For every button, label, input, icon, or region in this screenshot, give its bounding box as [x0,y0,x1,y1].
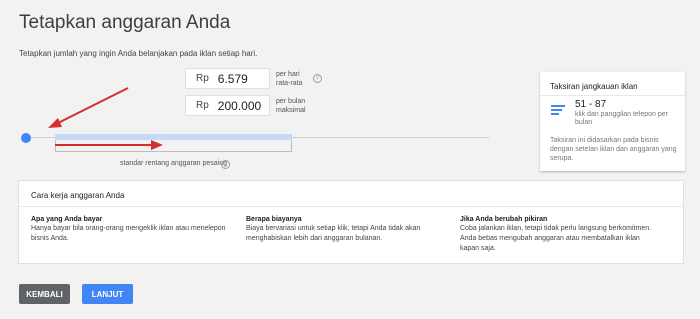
daily-currency-label: Rp [196,73,209,84]
estimate-title: Taksiran jangkauan iklan [550,82,638,91]
bar-chart-icon [551,105,565,116]
daily-label-line-1: per hari [276,71,300,78]
monthly-budget-field[interactable]: Rp 200.000 [185,95,270,116]
divider [540,95,685,96]
info-body: Hanya bayar bila orang-orang mengeklik i… [31,225,226,242]
monthly-label-line-2: maksimal [276,107,306,114]
monthly-currency-label: Rp [196,100,209,111]
daily-budget-field[interactable]: Rp 6.579 [185,68,270,89]
estimate-range: 51 - 87 [575,99,607,110]
info-column: Apa yang Anda bayar Hanya bayar bila ora… [31,216,231,244]
info-heading: Berapa biayanya [246,216,302,223]
info-column: Jika Anda berubah pikiran Coba jalankan … [460,216,660,254]
how-budget-works-card: Cara kerja anggaran Anda Apa yang Anda b… [18,180,684,264]
page-title: Tetapkan anggaran Anda [19,12,231,33]
daily-budget-label: per hari rata-rata [276,70,302,88]
daily-label-line-2: rata-rata [276,80,303,87]
budget-slider-thumb[interactable] [21,133,31,143]
monthly-budget-label: per bulan maksimal [276,97,306,115]
help-icon[interactable]: ? [221,160,230,169]
estimate-note: Taksiran ini didasarkan pada bisnis deng… [550,137,677,162]
competitor-range-bracket [55,140,292,152]
back-button[interactable]: KEMBALI [19,284,70,304]
how-budget-works-title: Cara kerja anggaran Anda [31,191,125,200]
info-body: Biaya bervariasi untuk setiap klik, teta… [246,225,421,242]
info-body: Coba jalankan iklan, tetapi tidak perlu … [460,225,652,252]
info-column: Berapa biayanya Biaya bervariasi untuk s… [246,216,446,244]
divider [19,206,683,207]
competitor-range-label: standar rentang anggaran pesaing [120,160,228,167]
monthly-budget-value[interactable]: 200.000 [218,99,261,113]
estimate-description: klik dan panggilan telepon per bulan [575,111,669,126]
info-heading: Jika Anda berubah pikiran [460,216,548,223]
daily-budget-value[interactable]: 6.579 [218,72,248,86]
next-button[interactable]: LANJUT [82,284,133,304]
info-heading: Apa yang Anda bayar [31,216,103,223]
annotation-arrow-1 [48,87,129,128]
monthly-label-line-1: per bulan [276,98,306,105]
ad-reach-estimate-card: Taksiran jangkauan iklan 51 - 87 klik da… [540,72,685,171]
help-icon[interactable]: ? [313,74,322,83]
page-subtitle: Tetapkan jumlah yang ingin Anda belanjak… [19,49,258,58]
